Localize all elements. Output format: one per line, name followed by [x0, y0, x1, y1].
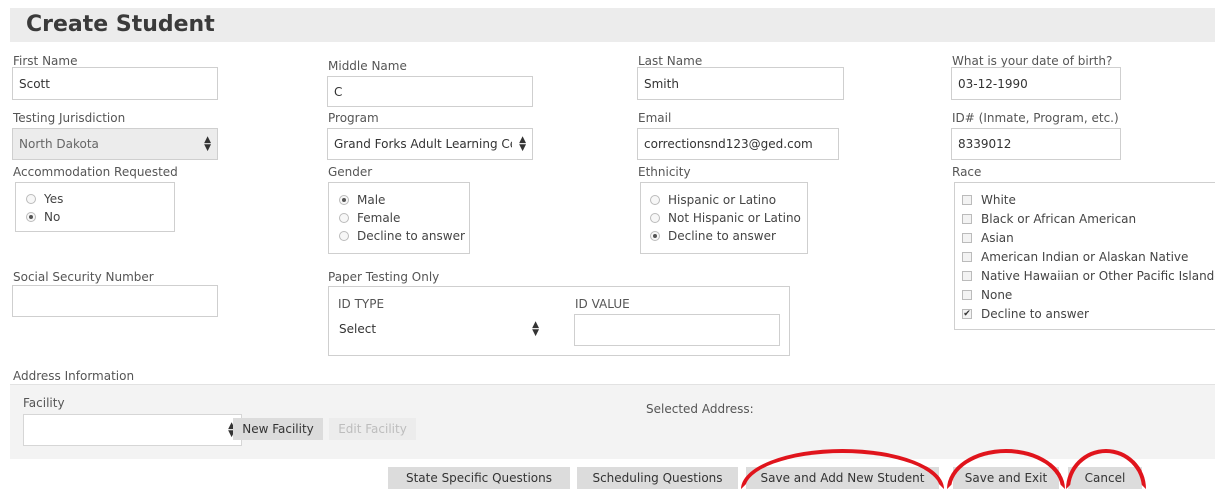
race-option-white[interactable]: White	[962, 190, 1016, 209]
select-arrows-icon: ▲ ▼	[517, 135, 526, 153]
select-arrows-icon: ▲ ▼	[532, 320, 539, 338]
paper-testing-group: ID TYPE Select ▲ ▼ ID VALUE	[328, 286, 790, 356]
ethnicity-option-hispanic[interactable]: Hispanic or Latino	[650, 190, 776, 209]
radio-icon[interactable]	[26, 193, 36, 204]
last-name-field[interactable]: Smith	[637, 67, 844, 100]
race-option-pacific-islander[interactable]: Native Hawaiian or Other Pacific Islande…	[962, 266, 1215, 285]
dob-field[interactable]: 03-12-1990	[951, 67, 1121, 100]
facility-select[interactable]: ▲ ▼	[23, 414, 242, 446]
jurisdiction-label: Testing Jurisdiction	[13, 111, 126, 125]
race-option-asian[interactable]: Asian	[962, 228, 1014, 247]
ssn-label: Social Security Number	[13, 270, 154, 284]
program-value: Grand Forks Adult Learning Ce	[334, 137, 512, 151]
radio-selected-icon[interactable]	[650, 230, 660, 241]
header-bar: Create Student	[10, 8, 1215, 42]
id-number-field[interactable]: 8339012	[951, 128, 1121, 160]
ssn-field[interactable]	[12, 285, 218, 317]
id-type-label: ID TYPE	[338, 297, 385, 311]
race-group: White Black or African American Asian Am…	[954, 182, 1215, 330]
accommodation-group: Yes No	[15, 182, 175, 232]
address-panel: Facility ▲ ▼ New Facility Edit Facility S…	[10, 384, 1215, 459]
radio-selected-icon[interactable]	[339, 194, 349, 205]
program-select[interactable]: Grand Forks Adult Learning Ce ▲ ▼	[327, 128, 533, 160]
gender-group: Male Female Decline to answer	[328, 182, 470, 254]
save-and-exit-button[interactable]: Save and Exit	[953, 467, 1059, 489]
radio-icon[interactable]	[339, 230, 349, 241]
dob-label: What is your date of birth?	[952, 54, 1113, 68]
jurisdiction-value: North Dakota	[19, 137, 99, 151]
last-name-label: Last Name	[638, 54, 703, 68]
middle-name-field[interactable]: C	[327, 76, 533, 107]
accommodation-option-no[interactable]: No	[26, 207, 60, 226]
first-name-label: First Name	[13, 54, 78, 68]
email-field[interactable]: correctionsnd123@ged.com	[637, 128, 839, 160]
state-specific-questions-button[interactable]: State Specific Questions	[388, 467, 570, 489]
checkbox-icon[interactable]	[962, 251, 972, 262]
ethnicity-option-decline[interactable]: Decline to answer	[650, 226, 776, 245]
ethnicity-group: Hispanic or Latino Not Hispanic or Latin…	[640, 182, 808, 254]
id-type-select[interactable]: Select ▲ ▼	[333, 313, 545, 345]
race-label: Race	[952, 165, 982, 179]
first-name-field[interactable]: Scott	[12, 67, 218, 100]
accommodation-label: Accommodation Requested	[13, 165, 178, 179]
email-label: Email	[638, 111, 672, 125]
address-section-label: Address Information	[13, 369, 135, 383]
cancel-button[interactable]: Cancel	[1068, 467, 1142, 489]
checkbox-icon[interactable]	[962, 289, 972, 300]
radio-selected-icon[interactable]	[26, 211, 36, 222]
save-and-add-new-student-button[interactable]: Save and Add New Student	[746, 467, 939, 489]
race-option-black[interactable]: Black or African American	[962, 209, 1136, 228]
gender-label: Gender	[328, 165, 373, 179]
id-value-field[interactable]	[574, 314, 780, 346]
jurisdiction-select[interactable]: North Dakota ▲ ▼	[12, 128, 218, 160]
race-option-american-indian[interactable]: American Indian or Alaskan Native	[962, 247, 1188, 266]
scheduling-questions-button[interactable]: Scheduling Questions	[577, 467, 738, 489]
radio-icon[interactable]	[650, 212, 660, 223]
checkbox-icon[interactable]	[962, 270, 972, 281]
id-value-label: ID VALUE	[575, 297, 630, 311]
gender-option-decline[interactable]: Decline to answer	[339, 226, 465, 245]
checkbox-icon[interactable]	[962, 194, 972, 205]
paper-testing-label: Paper Testing Only	[328, 270, 440, 284]
checkbox-checked-icon[interactable]: ✔	[962, 308, 972, 319]
selected-address-label: Selected Address:	[646, 402, 754, 416]
select-arrows-icon: ▲ ▼	[204, 135, 211, 153]
middle-name-label: Middle Name	[328, 59, 407, 73]
gender-option-male[interactable]: Male	[339, 190, 385, 209]
id-type-value: Select	[339, 322, 377, 336]
accommodation-option-yes[interactable]: Yes	[26, 189, 63, 208]
checkbox-icon[interactable]	[962, 213, 972, 224]
gender-option-female[interactable]: Female	[339, 208, 400, 227]
race-option-decline[interactable]: ✔ Decline to answer	[962, 304, 1089, 323]
page-title: Create Student	[26, 12, 215, 37]
edit-facility-button[interactable]: Edit Facility	[329, 418, 416, 440]
facility-label: Facility	[23, 396, 65, 410]
radio-icon[interactable]	[339, 212, 349, 223]
program-label: Program	[328, 111, 379, 125]
radio-icon[interactable]	[650, 194, 660, 205]
new-facility-button[interactable]: New Facility	[233, 418, 323, 440]
checkbox-icon[interactable]	[962, 232, 972, 243]
race-option-none[interactable]: None	[962, 285, 1012, 304]
ethnicity-label: Ethnicity	[638, 165, 691, 179]
ethnicity-option-not-hispanic[interactable]: Not Hispanic or Latino	[650, 208, 801, 227]
id-number-label: ID# (Inmate, Program, etc.)	[952, 111, 1119, 125]
